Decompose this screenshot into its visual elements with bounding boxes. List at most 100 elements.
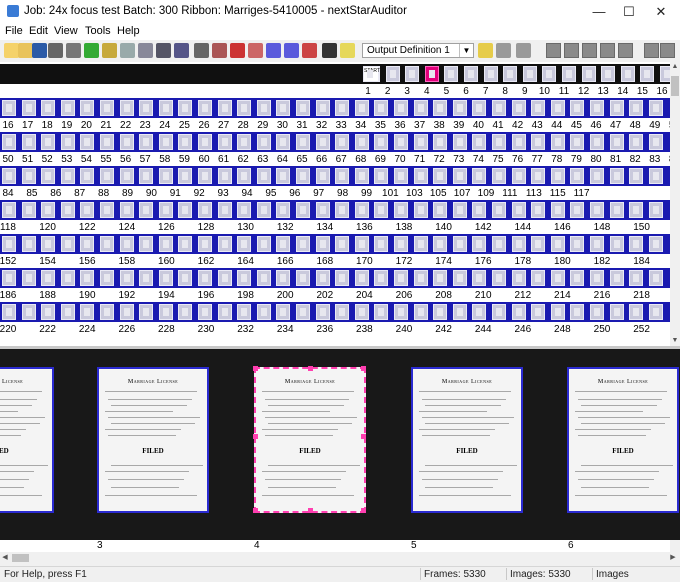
ribbon-frame[interactable] [452, 236, 467, 252]
scissors-icon[interactable] [212, 43, 227, 58]
ribbon-frame[interactable] [570, 304, 585, 320]
ribbon-frame[interactable] [648, 304, 663, 320]
zoom-icon[interactable] [156, 43, 171, 58]
ribbon-frame[interactable] [531, 202, 546, 218]
menu-file[interactable]: File [5, 25, 23, 37]
ribbon-frame[interactable] [217, 236, 232, 252]
ribbon-frame[interactable] [100, 236, 114, 252]
ribbon-frame[interactable] [433, 202, 448, 218]
ribbon-frame[interactable] [394, 168, 408, 184]
ribbon-frame[interactable] [609, 100, 624, 116]
ribbon-frame[interactable] [100, 202, 114, 218]
resize-handle[interactable] [253, 366, 258, 371]
ribbon-frame[interactable] [237, 304, 252, 320]
ribbon-frame[interactable] [119, 202, 134, 218]
ribbon-frame[interactable] [335, 270, 350, 286]
ribbon-frame[interactable] [550, 168, 565, 184]
ribbon-frame[interactable] [315, 134, 330, 150]
ribbon-frame[interactable] [237, 202, 252, 218]
ribbon-frame[interactable] [374, 304, 389, 320]
ribbon-frame[interactable] [60, 134, 75, 150]
ribbon-frame[interactable] [178, 304, 193, 320]
ribbon-frame[interactable] [531, 236, 546, 252]
ribbon-frame[interactable] [570, 202, 585, 218]
ribbon-strip[interactable] [0, 302, 670, 322]
ribbon-frame[interactable] [629, 304, 644, 320]
ribbon-frame[interactable] [433, 168, 448, 184]
ribbon-frame[interactable] [80, 134, 95, 150]
ribbon-frame[interactable] [374, 236, 389, 252]
scroll-thumb[interactable] [671, 76, 679, 96]
ribbon-frame[interactable] [119, 270, 134, 286]
ribbon-frame[interactable] [354, 134, 369, 150]
ribbon-frame[interactable] [570, 134, 585, 150]
ribbon-frame[interactable] [413, 236, 428, 252]
ribbon-frame[interactable] [433, 100, 448, 116]
ribbon-frame[interactable] [315, 168, 330, 184]
resize-handle[interactable] [308, 366, 313, 371]
ribbon-frame[interactable] [41, 100, 56, 116]
filter-icon[interactable] [102, 43, 117, 58]
ribbon-frame[interactable] [296, 236, 310, 252]
ribbon-frame[interactable] [80, 304, 95, 320]
ribbon-frame[interactable] [550, 202, 565, 218]
ribbon-frame[interactable] [648, 168, 663, 184]
ribbon-frame[interactable] [237, 168, 252, 184]
ribbon-frame[interactable] [660, 66, 670, 82]
ribbon-frame[interactable] [394, 100, 408, 116]
ribbon-frame[interactable] [158, 134, 173, 150]
ribbon-frame[interactable] [492, 202, 506, 218]
ribbon-frame[interactable] [178, 168, 193, 184]
resize-handle[interactable] [361, 508, 366, 513]
ribbon-frame[interactable] [335, 304, 350, 320]
ribbon-frame[interactable] [119, 304, 134, 320]
ribbon-frame[interactable] [100, 168, 114, 184]
scroll-up-icon[interactable]: ▲ [670, 62, 680, 72]
ribbon-frame[interactable] [100, 100, 114, 116]
ribbon-frame[interactable] [620, 66, 635, 82]
ribbon-frame[interactable] [139, 100, 154, 116]
resize-handle[interactable] [361, 434, 366, 439]
ribbon-frame[interactable] [550, 134, 565, 150]
ribbon-frame[interactable] [119, 168, 134, 184]
ribbon-frame[interactable] [296, 304, 310, 320]
ribbon-frame[interactable] [542, 66, 557, 82]
ribbon-frame[interactable] [217, 270, 232, 286]
ribbon-frame[interactable] [629, 168, 644, 184]
ribbon-frame[interactable] [119, 236, 134, 252]
ribbon-frame[interactable] [198, 304, 212, 320]
ribbon-frame[interactable] [385, 66, 400, 82]
ns-icon[interactable] [284, 43, 299, 58]
minimize-button[interactable]: — [584, 0, 614, 24]
ribbon-frame[interactable] [158, 304, 173, 320]
ribbon-frame[interactable] [178, 100, 193, 116]
email-icon[interactable] [66, 43, 81, 58]
settings-icon[interactable] [582, 43, 597, 58]
ribbon-frame[interactable] [550, 236, 565, 252]
ribbon-frame[interactable] [492, 304, 506, 320]
ns-icon[interactable] [266, 43, 281, 58]
ribbon-frame[interactable] [276, 236, 291, 252]
ribbon-frame[interactable] [139, 236, 154, 252]
ribbon-frame[interactable] [158, 236, 173, 252]
ribbon-frame[interactable] [648, 270, 663, 286]
ribbon-frame[interactable] [374, 270, 389, 286]
ribbon-frame[interactable] [80, 236, 95, 252]
ribbon-frame[interactable] [433, 134, 448, 150]
resize-handle[interactable] [253, 434, 258, 439]
resize-handle[interactable] [361, 366, 366, 371]
ribbon-frame[interactable] [315, 304, 330, 320]
ribbon-frame[interactable] [354, 202, 369, 218]
ribbon-frame[interactable] [629, 202, 644, 218]
ribbon-frame[interactable] [119, 134, 134, 150]
ribbon-frame[interactable] [335, 168, 350, 184]
ribbon-frame[interactable] [256, 270, 271, 286]
new-icon[interactable] [4, 43, 19, 58]
ribbon-frame[interactable] [198, 202, 212, 218]
ribbon-frame[interactable] [237, 134, 252, 150]
ribbon-frame[interactable] [492, 134, 506, 150]
ribbon-frame[interactable] [609, 168, 624, 184]
ribbon-frame[interactable] [256, 304, 271, 320]
document-page[interactable]: Marriage License FILED [567, 367, 679, 513]
ribbon-frame[interactable] [472, 134, 487, 150]
